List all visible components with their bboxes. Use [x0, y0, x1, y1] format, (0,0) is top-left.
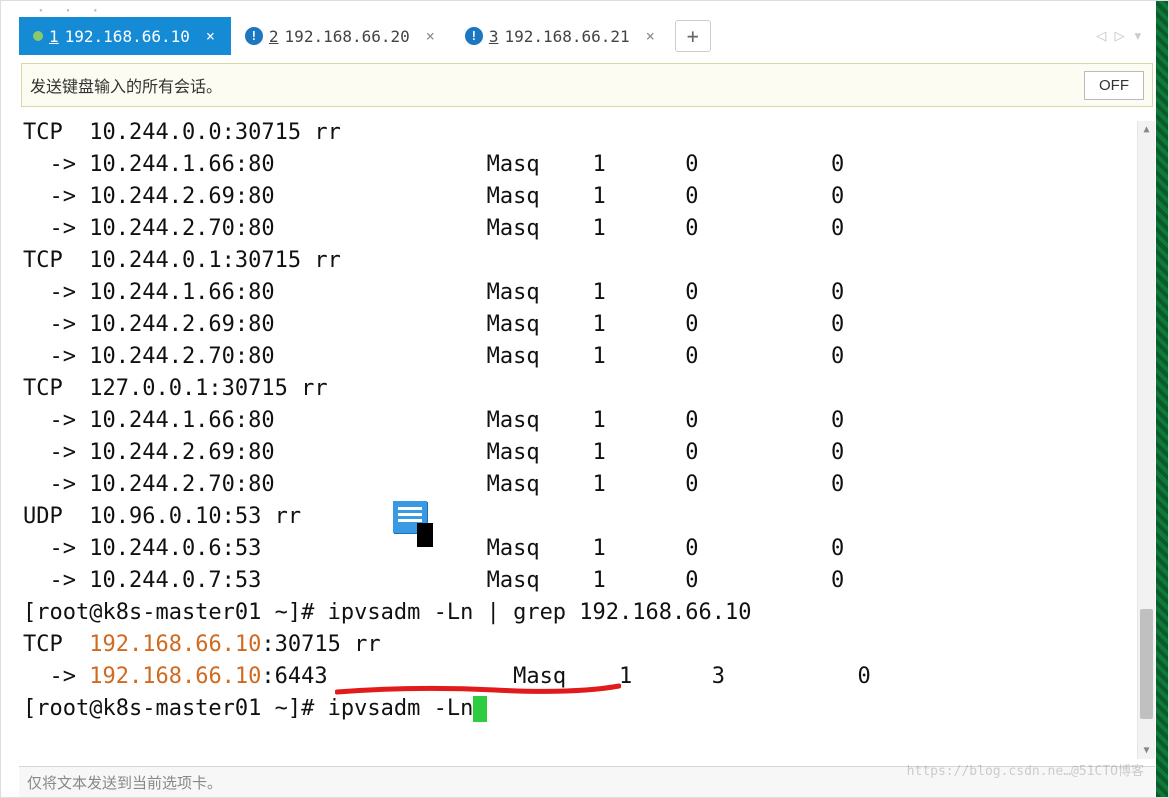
tab-prefix: 3	[489, 27, 499, 46]
tab-session-2[interactable]: ! 2 192.168.66.20 ×	[231, 17, 451, 55]
close-icon[interactable]: ×	[426, 27, 435, 45]
terminal-viewport[interactable]: TCP 10.244.0.0:30715 rr -> 10.244.1.66:8…	[19, 107, 1155, 725]
shell-prompt: [root@k8s-master01 ~]#	[23, 600, 328, 625]
tab-nav: ◁ ▷ ▾	[1096, 26, 1143, 46]
new-tab-button[interactable]: +	[675, 20, 711, 52]
tab-prefix: 1	[49, 27, 59, 46]
info-badge-icon: !	[465, 27, 483, 45]
tabbar: 1 192.168.66.10 × ! 2 192.168.66.20 × ! …	[19, 17, 1155, 55]
shell-prompt: [root@k8s-master01 ~]#	[23, 696, 328, 721]
tab-nav-right-icon[interactable]: ▷	[1115, 26, 1125, 46]
term-line: -> 10.244.0.7:53 Masq 1 0 0	[23, 568, 844, 593]
window-right-border	[1156, 1, 1168, 797]
tab-label: 192.168.66.21	[504, 27, 629, 46]
tab-nav-dropdown-icon[interactable]: ▾	[1133, 26, 1143, 46]
tab-nav-left-icon[interactable]: ◁	[1096, 26, 1106, 46]
term-line: -> 10.244.2.70:80 Masq 1 0 0	[23, 472, 844, 497]
term-text: :30715 rr	[261, 632, 380, 657]
broadcast-info-strip: 发送键盘输入的所有会话。 OFF	[21, 63, 1153, 107]
terminal-content: TCP 10.244.0.0:30715 rr -> 10.244.1.66:8…	[19, 107, 1155, 725]
term-line: -> 10.244.2.69:80 Masq 1 0 0	[23, 312, 844, 337]
online-dot-icon	[33, 31, 43, 41]
term-line: TCP 10.244.0.0:30715 rr	[23, 120, 341, 145]
term-line: -> 10.244.1.66:80 Masq 1 0 0	[23, 408, 844, 433]
tab-label: 192.168.66.20	[285, 27, 410, 46]
term-line: -> 10.244.0.6:53 Masq 1 0 0	[23, 536, 844, 561]
plus-icon: +	[687, 24, 699, 48]
term-line: TCP 127.0.0.1:30715 rr	[23, 376, 328, 401]
scroll-thumb[interactable]	[1140, 609, 1153, 719]
vertical-scrollbar[interactable]: ▲ ▼	[1137, 121, 1155, 759]
shell-command: ipvsadm -Ln | grep 192.168.66.10	[328, 600, 752, 625]
broadcast-msg: 发送键盘输入的所有会话。	[30, 73, 1084, 97]
term-line: -> 10.244.1.66:80 Masq 1 0 0	[23, 152, 844, 177]
watermark: https://blog.csdn.ne…@51CTO博客	[907, 760, 1144, 779]
term-line: -> 10.244.2.69:80 Masq 1 0 0	[23, 440, 844, 465]
term-line: -> 10.244.1.66:80 Masq 1 0 0	[23, 280, 844, 305]
scroll-down-icon[interactable]: ▼	[1138, 742, 1155, 759]
close-icon[interactable]: ×	[646, 27, 655, 45]
broadcast-off-button[interactable]: OFF	[1084, 71, 1144, 100]
close-icon[interactable]: ×	[206, 27, 215, 45]
shell-command: ipvsadm -Ln	[328, 696, 474, 721]
term-text: TCP	[23, 632, 89, 657]
footer-text: 仅将文本发送到当前选项卡。	[27, 772, 222, 793]
grep-match: 192.168.66.10	[89, 632, 261, 657]
window-body: 1 192.168.66.10 × ! 2 192.168.66.20 × ! …	[1, 1, 1168, 725]
tab-session-1[interactable]: 1 192.168.66.10 ×	[19, 17, 231, 55]
term-text: ->	[23, 664, 89, 689]
tab-label: 192.168.66.10	[65, 27, 190, 46]
info-badge-icon: !	[245, 27, 263, 45]
pointer-cursor-icon	[417, 523, 433, 547]
tab-prefix: 2	[269, 27, 279, 46]
red-annotation-underline	[335, 681, 621, 695]
tab-session-3[interactable]: ! 3 192.168.66.21 ×	[451, 17, 671, 55]
term-line: TCP 10.244.0.1:30715 rr	[23, 248, 341, 273]
term-line: -> 10.244.2.70:80 Masq 1 0 0	[23, 344, 844, 369]
terminal-cursor	[473, 696, 487, 722]
term-line: -> 10.244.2.70:80 Masq 1 0 0	[23, 216, 844, 241]
scroll-up-icon[interactable]: ▲	[1138, 121, 1155, 138]
term-line: -> 10.244.2.69:80 Masq 1 0 0	[23, 184, 844, 209]
grep-match: 192.168.66.10	[89, 664, 261, 689]
term-line: UDP 10.96.0.10:53 rr	[23, 504, 301, 529]
app-window: · · · 1 192.168.66.10 × ! 2 192.168.66.2…	[0, 0, 1169, 798]
